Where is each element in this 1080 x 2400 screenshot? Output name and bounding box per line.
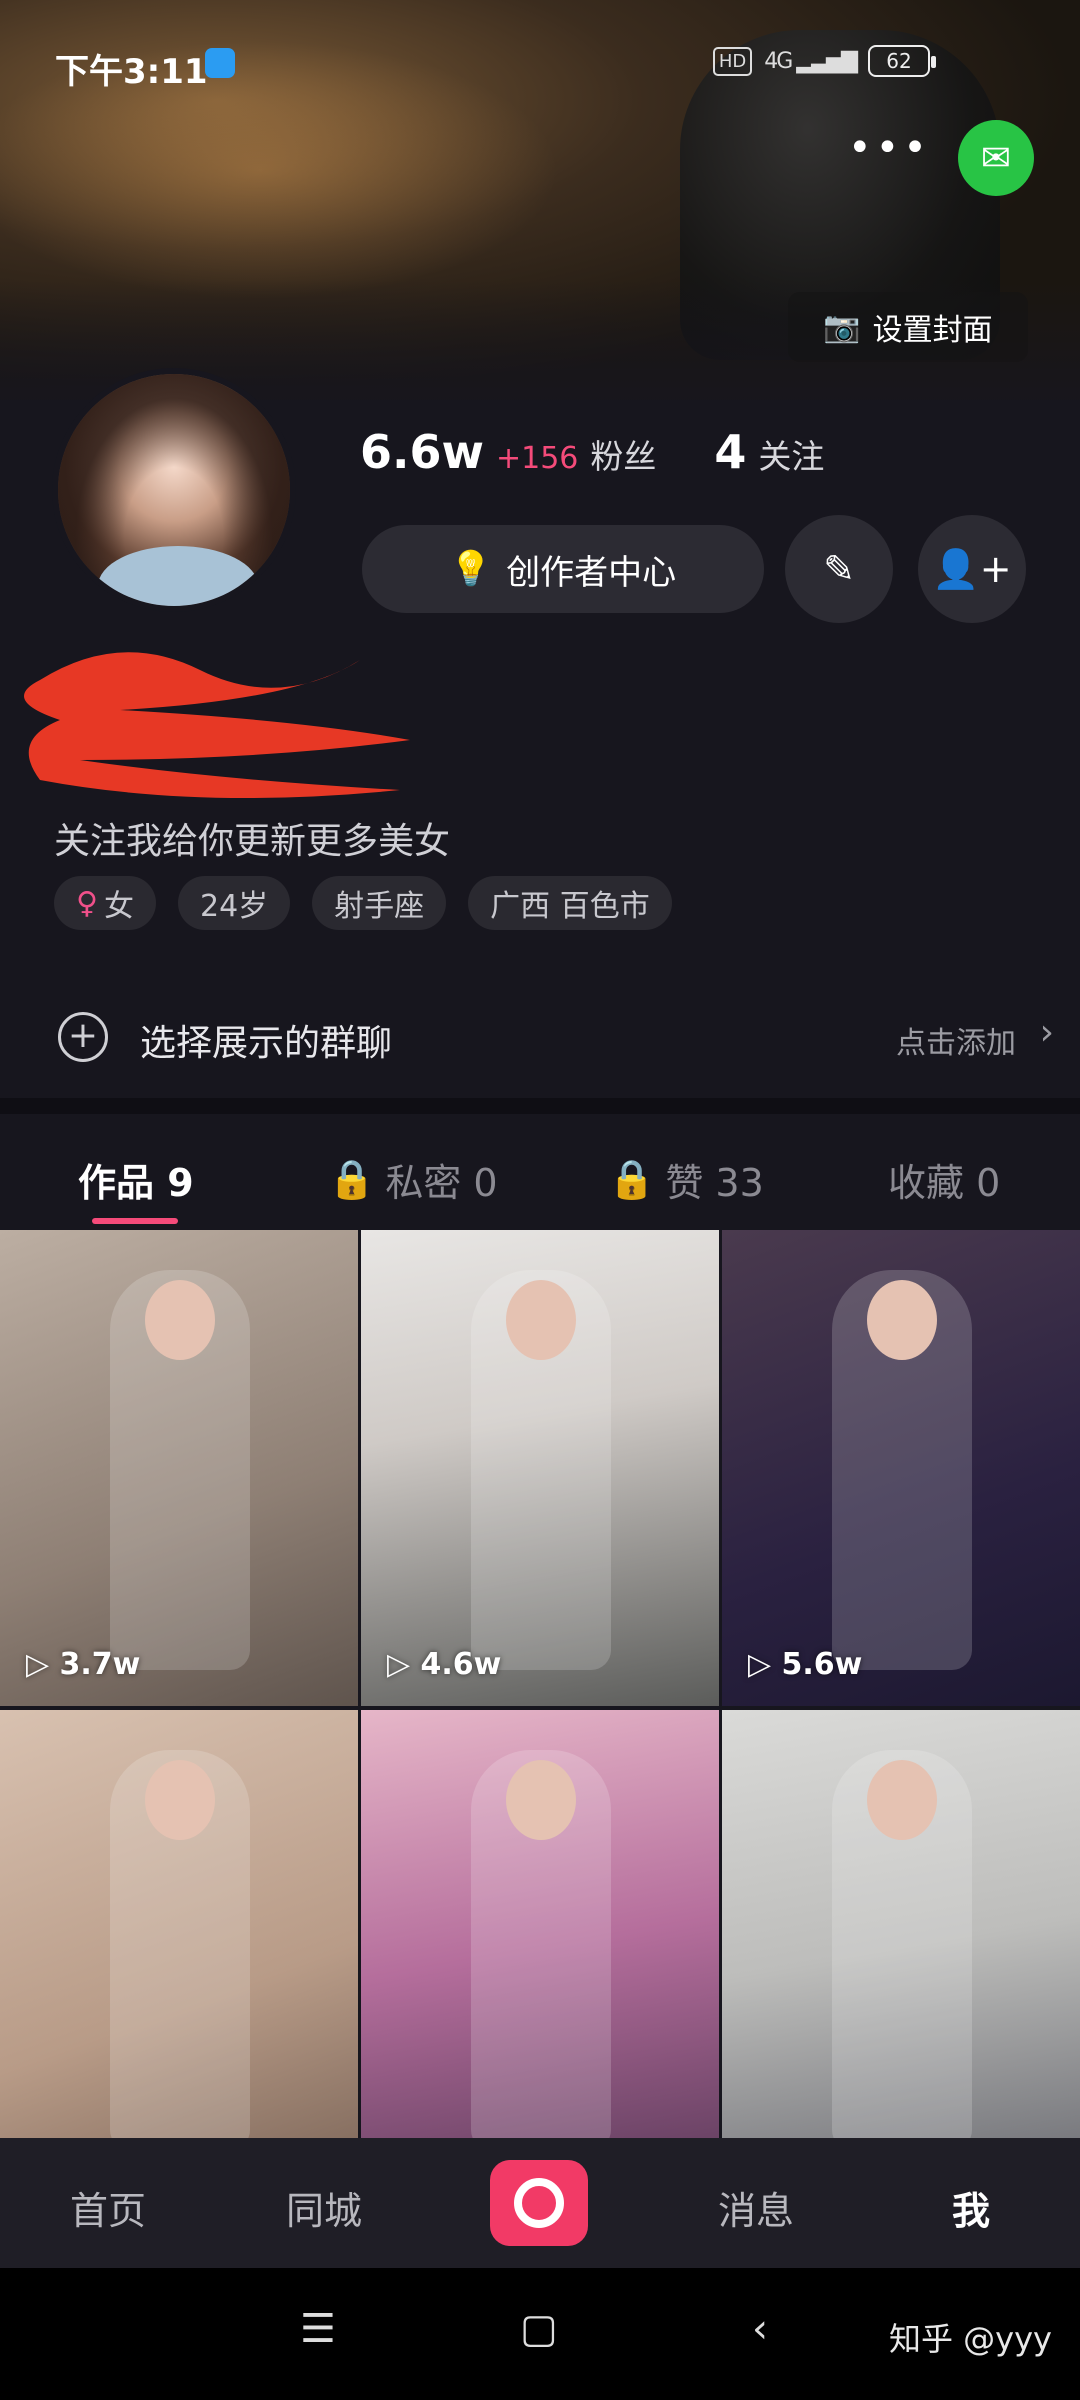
view-count-value: 4.6w bbox=[420, 1647, 502, 1682]
tab-likes[interactable]: 🔒 赞 33 bbox=[608, 1152, 764, 1207]
status-time: 下午3:11 bbox=[55, 52, 208, 92]
redaction-scribble bbox=[24, 652, 410, 798]
thumbnail-head bbox=[506, 1280, 576, 1360]
video-thumbnail[interactable] bbox=[361, 1710, 719, 2186]
chevron-right-icon: › bbox=[1039, 1012, 1054, 1053]
lock-icon: 🔒 bbox=[608, 1157, 656, 1201]
record-button[interactable] bbox=[490, 2160, 588, 2246]
profile-tags: ♀ 女 24岁 射手座 广西 百色市 bbox=[54, 876, 672, 930]
view-count: ▷ 4.6w bbox=[387, 1647, 502, 1682]
notification-icon bbox=[205, 48, 235, 78]
set-cover-button[interactable]: 📷 设置封面 bbox=[788, 292, 1028, 362]
view-count: ▷ 3.7w bbox=[26, 1647, 141, 1682]
edit-profile-button[interactable]: ✎ bbox=[785, 515, 893, 623]
nav-messages[interactable]: 消息 bbox=[718, 2180, 794, 2235]
view-count-value: 5.6w bbox=[781, 1647, 863, 1682]
home-square-icon[interactable]: ▢ bbox=[520, 2306, 558, 2352]
thumbnail-figure bbox=[110, 1750, 250, 2150]
video-thumbnail[interactable]: ▷ 5.6w bbox=[722, 1230, 1080, 1706]
network-label: 4G bbox=[764, 48, 793, 74]
thumbnail-figure bbox=[471, 1750, 611, 2150]
menu-icon[interactable]: ☰ bbox=[300, 2306, 336, 2352]
system-nav-bar: ☰ ▢ ‹ 知乎 @yyy bbox=[0, 2268, 1080, 2400]
video-thumbnail[interactable]: ▷ 4.6w bbox=[361, 1230, 719, 1706]
section-divider bbox=[0, 1098, 1080, 1114]
thumbnail-head bbox=[867, 1280, 937, 1360]
add-friend-button[interactable]: 👤+ bbox=[918, 515, 1026, 623]
thumbnail-figure bbox=[832, 1750, 972, 2150]
thumbnail-figure bbox=[832, 1270, 972, 1670]
group-chat-add-link[interactable]: 点击添加 bbox=[896, 1018, 1016, 1062]
set-cover-label: 设置封面 bbox=[872, 313, 993, 348]
fans-delta: +156 bbox=[495, 441, 579, 476]
video-thumbnail[interactable]: ▷ 3.7w bbox=[0, 1230, 358, 1706]
hd-icon: HD bbox=[712, 46, 753, 76]
location-tag: 广西 百色市 bbox=[468, 876, 672, 930]
gender-label: 女 bbox=[103, 889, 134, 924]
thumbnail-figure bbox=[471, 1270, 611, 1670]
record-icon bbox=[514, 2178, 564, 2228]
creator-center-button[interactable]: 💡 创作者中心 bbox=[362, 525, 764, 613]
content-tabs: 作品 9 🔒 私密 0 🔒 赞 33 收藏 0 bbox=[0, 1140, 1080, 1230]
video-thumbnail[interactable] bbox=[722, 1710, 1080, 2186]
bottom-nav: 首页 同城 消息 我 bbox=[0, 2138, 1080, 2268]
lightbulb-icon: 💡 bbox=[449, 549, 493, 589]
active-tab-indicator bbox=[92, 1218, 178, 1224]
status-icons: HD 4G ▂▃▅▇ 62 bbox=[712, 45, 936, 77]
more-options-icon[interactable]: ••• bbox=[848, 125, 931, 171]
signal-icon: 4G ▂▃▅▇ bbox=[764, 48, 858, 74]
tab-likes-label: 赞 33 bbox=[665, 1161, 764, 1205]
add-user-icon: 👤+ bbox=[932, 546, 1012, 591]
tab-private-label: 私密 0 bbox=[385, 1161, 498, 1205]
wechat-icon: ✉ bbox=[980, 137, 1012, 179]
view-count-value: 3.7w bbox=[59, 1647, 141, 1682]
lock-icon: 🔒 bbox=[328, 1157, 376, 1201]
profile-bio: 关注我给你更新更多美女 bbox=[54, 821, 451, 862]
status-bar: 下午3:11 HD 4G ▂▃▅▇ 62 bbox=[0, 0, 1080, 120]
creator-center-label: 创作者中心 bbox=[506, 552, 677, 593]
plus-circle-icon: + bbox=[58, 1012, 108, 1062]
thumbnail-head bbox=[506, 1760, 576, 1840]
nav-home[interactable]: 首页 bbox=[70, 2180, 146, 2235]
gender-tag: ♀ 女 bbox=[54, 876, 156, 930]
following-count[interactable]: 4 bbox=[714, 425, 746, 479]
tab-private[interactable]: 🔒 私密 0 bbox=[328, 1152, 498, 1207]
watermark: 知乎 @yyy bbox=[889, 2320, 1052, 2358]
profile-stats: 6.6w +156 粉丝 4 关注 bbox=[360, 425, 870, 479]
female-icon: ♀ bbox=[76, 885, 98, 921]
view-count: ▷ 5.6w bbox=[748, 1647, 863, 1682]
zodiac-tag: 射手座 bbox=[312, 876, 447, 930]
edit-icon: ✎ bbox=[823, 547, 855, 591]
tab-favorites[interactable]: 收藏 0 bbox=[888, 1152, 1000, 1207]
nav-me[interactable]: 我 bbox=[952, 2180, 990, 2235]
thumbnail-head bbox=[145, 1280, 215, 1360]
battery-icon: 62 bbox=[868, 45, 936, 77]
nav-city[interactable]: 同城 bbox=[286, 2180, 362, 2235]
group-chat-row[interactable]: + 选择展示的群聊 点击添加 › bbox=[0, 990, 1080, 1090]
thumbnail-head bbox=[145, 1760, 215, 1840]
wechat-share-button[interactable]: ✉ bbox=[958, 120, 1034, 196]
thumbnail-figure bbox=[110, 1270, 250, 1670]
age-tag: 24岁 bbox=[177, 876, 291, 930]
camera-icon: 📷 bbox=[823, 309, 861, 345]
back-icon[interactable]: ‹ bbox=[752, 2306, 768, 2352]
thumbnail-head bbox=[867, 1760, 937, 1840]
video-thumbnail[interactable] bbox=[0, 1710, 358, 2186]
fans-label[interactable]: 粉丝 bbox=[590, 430, 656, 478]
following-label[interactable]: 关注 bbox=[758, 430, 824, 478]
tab-works[interactable]: 作品 9 bbox=[78, 1152, 194, 1207]
video-grid: ▷ 3.7w ▷ 4.6w ▷ 5.6w bbox=[0, 1230, 1080, 2186]
avatar[interactable] bbox=[52, 368, 296, 612]
group-chat-label: 选择展示的群聊 bbox=[140, 1023, 393, 1064]
fans-count[interactable]: 6.6w bbox=[360, 425, 484, 479]
